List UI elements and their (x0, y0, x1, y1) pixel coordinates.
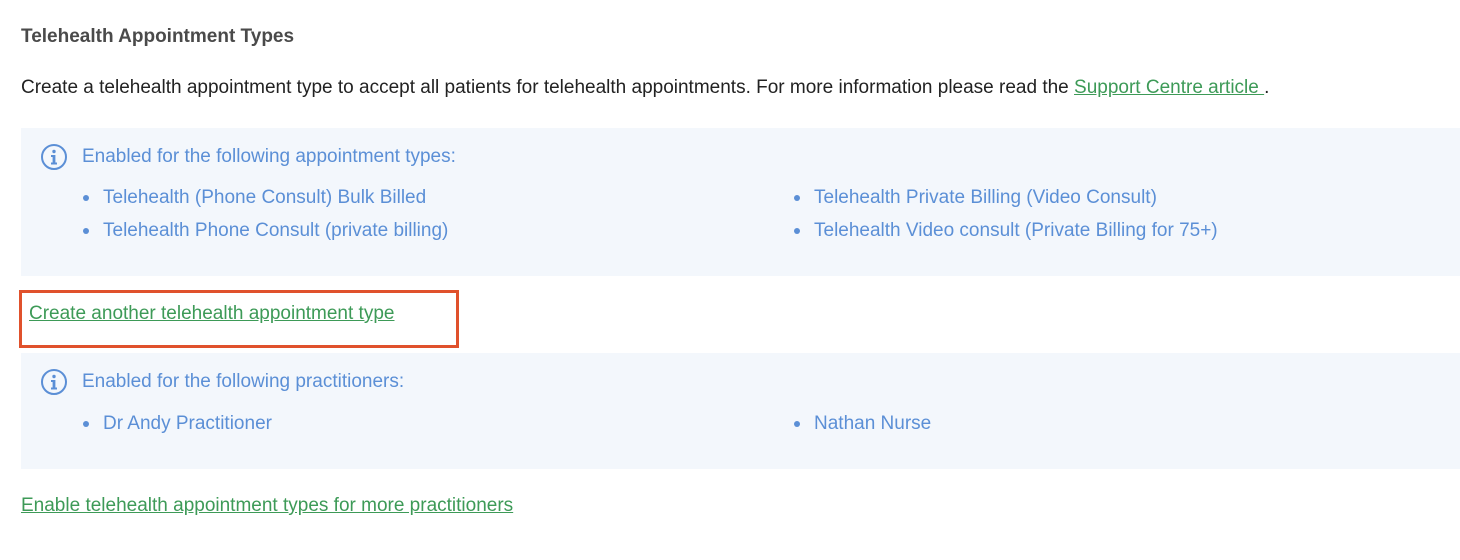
appointment-types-panel: Enabled for the following appointment ty… (21, 128, 1460, 276)
list-item: Telehealth Phone Consult (private billin… (83, 214, 448, 247)
info-icon (41, 144, 67, 170)
list-item: Dr Andy Practitioner (83, 407, 272, 440)
appointment-types-list-left: Telehealth (Phone Consult) Bulk Billed T… (83, 181, 448, 247)
practitioners-heading: Enabled for the following practitioners: (82, 371, 405, 392)
enable-more-practitioners-link[interactable]: Enable telehealth appointment types for … (21, 495, 513, 517)
practitioners-list-left: Dr Andy Practitioner (83, 407, 272, 440)
support-centre-link[interactable]: Support Centre article (1074, 77, 1264, 98)
info-icon (41, 369, 67, 395)
appointment-types-heading: Enabled for the following appointment ty… (82, 146, 456, 167)
create-appointment-type-link[interactable]: Create another telehealth appointment ty… (29, 303, 394, 325)
intro-text: Create a telehealth appointment type to … (21, 77, 1069, 98)
list-item: Telehealth Private Billing (Video Consul… (794, 181, 1218, 214)
list-item: Nathan Nurse (794, 407, 931, 440)
practitioners-heading-row: Enabled for the following practitioners: (40, 368, 404, 396)
section-title: Telehealth Appointment Types (21, 26, 295, 47)
practitioners-panel: Enabled for the following practitioners:… (21, 353, 1460, 469)
list-item: Telehealth Video consult (Private Billin… (794, 214, 1218, 247)
intro-end: . (1264, 77, 1270, 98)
intro-paragraph: Create a telehealth appointment type to … (21, 77, 1269, 99)
practitioners-list-right: Nathan Nurse (794, 407, 931, 440)
list-item: Telehealth (Phone Consult) Bulk Billed (83, 181, 448, 214)
appointment-types-list-right: Telehealth Private Billing (Video Consul… (794, 181, 1218, 247)
appointment-types-heading-row: Enabled for the following appointment ty… (40, 143, 456, 171)
